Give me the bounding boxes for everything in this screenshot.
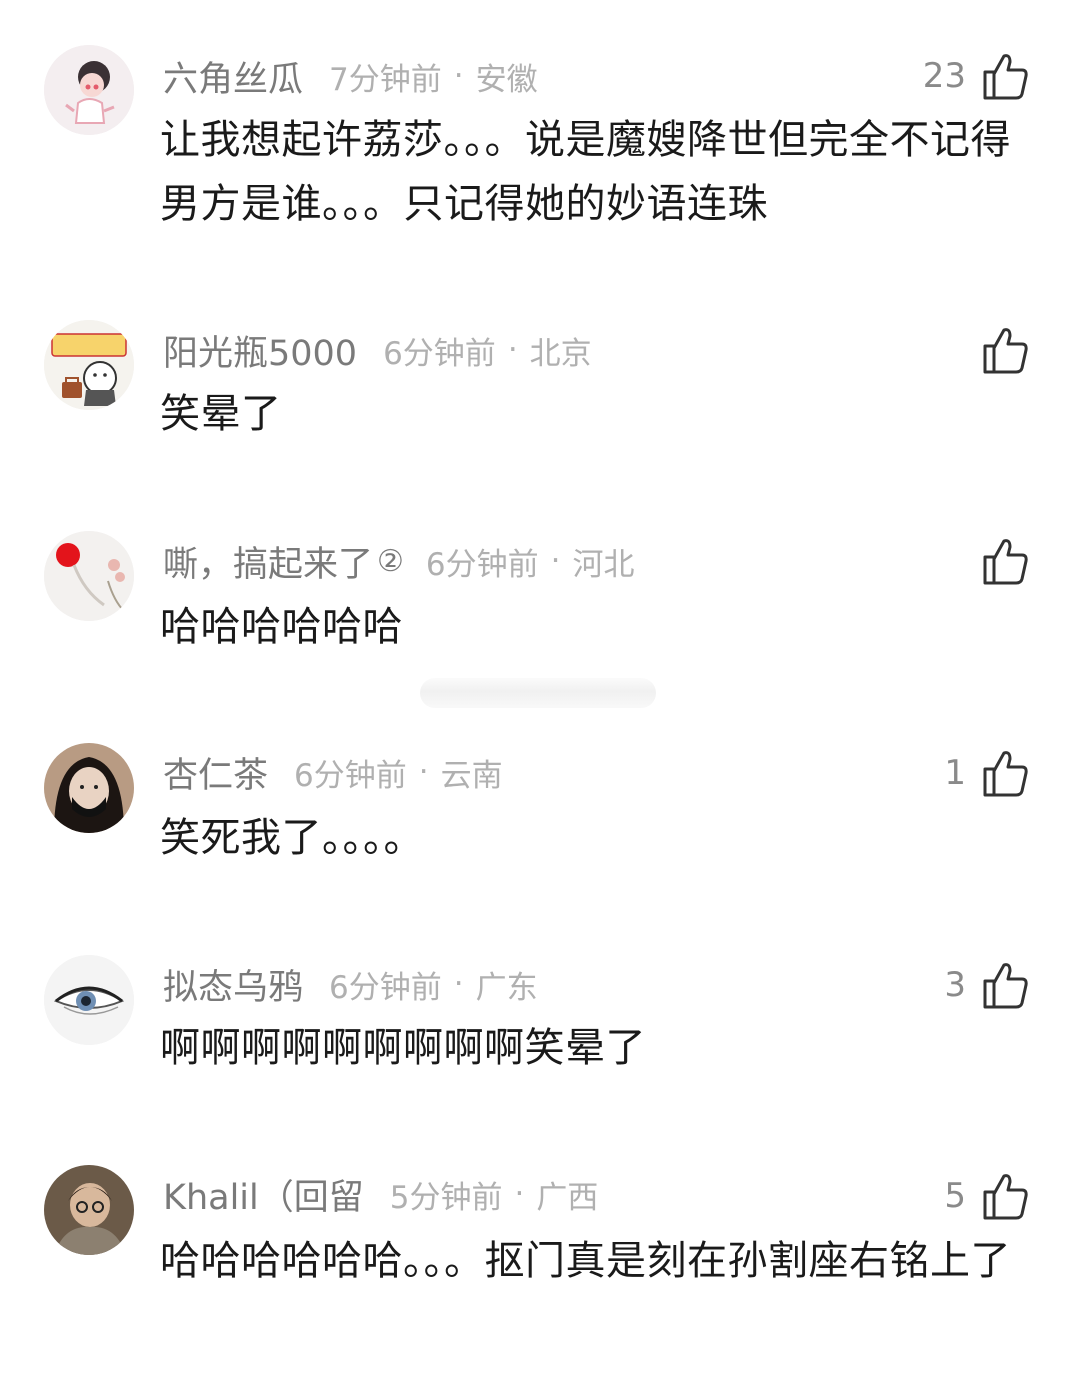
like-count: 23 (922, 56, 966, 96)
timestamp: 5分钟前 (389, 1179, 503, 1216)
fan-badge: ② (377, 543, 404, 579)
separator-dot: · (418, 754, 429, 790)
like-count: 3 (944, 965, 966, 1005)
thumbs-up-icon[interactable] (980, 535, 1030, 587)
location: 广西 (536, 1179, 599, 1216)
timestamp: 6分钟前 (425, 546, 539, 583)
location: 云南 (440, 757, 503, 794)
comment-text: 让我想起许荔莎。。。说是魔嫂降世但完全不记得男方是谁。。。只记得她的妙语连珠 (160, 117, 1011, 227)
comment-text: 哈哈哈哈哈哈 (160, 604, 403, 650)
location: 北京 (529, 335, 592, 372)
timestamp: 6分钟前 (383, 335, 496, 372)
like-button[interactable]: 3 (944, 957, 1030, 1013)
separator-dot: · (453, 58, 464, 94)
comment-meta: 阳光瓶5000 6分钟前 · 北京 (163, 326, 592, 374)
divider (420, 678, 656, 708)
like-count: 5 (944, 1176, 966, 1216)
comment-meta: Khalil（回留 5分钟前 · 广西 (163, 1170, 598, 1218)
like-button[interactable]: 5 (944, 1168, 1030, 1224)
comment-meta: 杏仁茶 6分钟前 · 云南 (163, 748, 503, 796)
separator-dot: · (453, 966, 464, 1002)
username[interactable]: 嘶，搞起来了 (163, 536, 373, 587)
username[interactable]: 杏仁茶 (163, 747, 268, 798)
comment-text: 啊啊啊啊啊啊啊啊啊笑晕了 (160, 1025, 646, 1071)
location: 河北 (572, 546, 635, 583)
separator-dot: · (514, 1176, 525, 1212)
separator-dot: · (507, 332, 518, 368)
avatar[interactable] (44, 955, 134, 1045)
comment-meta: 六角丝瓜 7分钟前 · 安徽 (163, 52, 538, 100)
comment-text: 哈哈哈哈哈哈。。。抠门真是刻在孙割座右铭上了 (160, 1238, 1011, 1284)
timestamp: 6分钟前 (329, 969, 442, 1006)
avatar[interactable] (44, 320, 134, 410)
timestamp: 7分钟前 (329, 61, 442, 98)
separator-dot: · (550, 543, 561, 579)
like-count: 1 (944, 753, 966, 793)
like-button[interactable]: 23 (923, 48, 1030, 104)
thumbs-up-icon[interactable] (980, 959, 1030, 1011)
thumbs-up-icon[interactable] (980, 747, 1030, 799)
thumbs-up-icon[interactable] (980, 50, 1030, 102)
location: 广东 (475, 969, 538, 1006)
avatar[interactable] (44, 743, 134, 833)
timestamp: 6分钟前 (294, 757, 407, 794)
comment-meta: 嘶，搞起来了 ② 6分钟前 · 河北 (163, 537, 635, 585)
thumbs-up-icon[interactable] (980, 1170, 1030, 1222)
username[interactable]: 拟态乌鸦 (163, 959, 303, 1010)
username[interactable]: 六角丝瓜 (163, 51, 303, 102)
username[interactable]: Khalil（回留 (163, 1169, 364, 1220)
comment-text: 笑死我了。。。。 (160, 815, 424, 861)
comment-text: 笑晕了 (160, 391, 282, 437)
avatar[interactable] (44, 1165, 134, 1255)
username[interactable]: 阳光瓶5000 (163, 325, 357, 376)
avatar[interactable] (44, 45, 134, 135)
like-button[interactable]: 1 (944, 745, 1030, 801)
like-button[interactable] (966, 533, 1030, 589)
comment-meta: 拟态乌鸦 6分钟前 · 广东 (163, 960, 538, 1008)
location: 安徽 (475, 61, 538, 98)
like-button[interactable] (966, 322, 1030, 378)
thumbs-up-icon[interactable] (980, 324, 1030, 376)
avatar[interactable] (44, 531, 134, 621)
